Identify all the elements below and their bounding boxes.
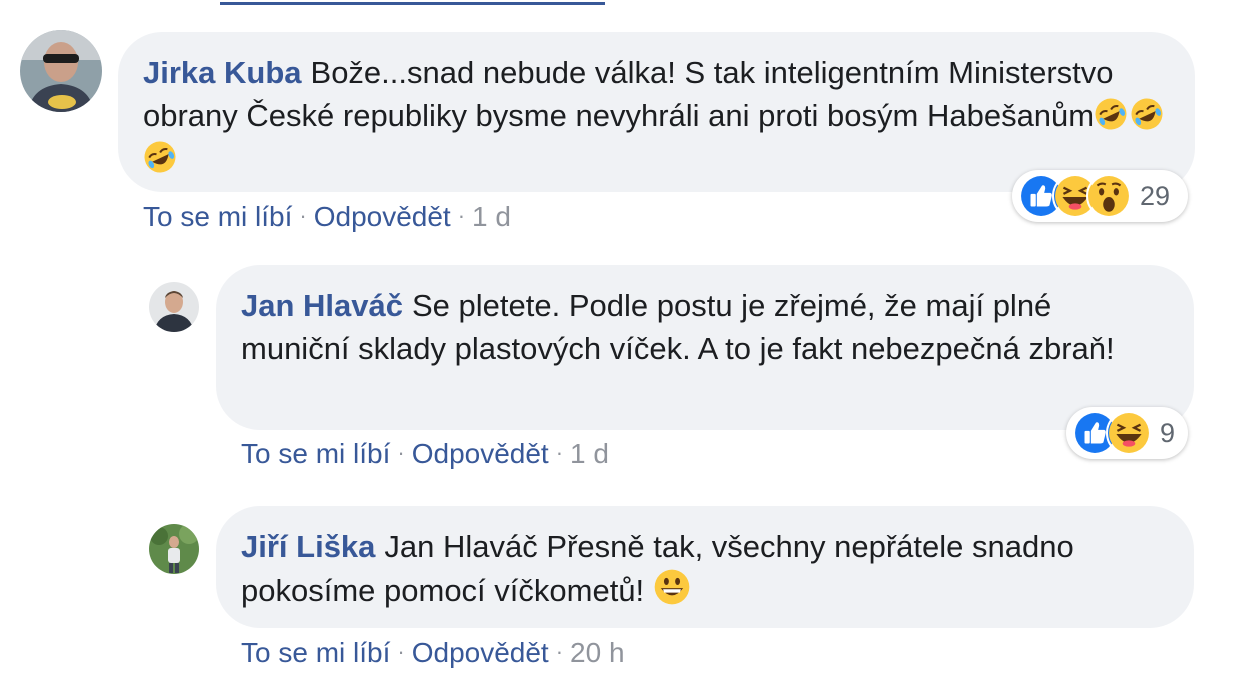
like-button[interactable]: To se mi líbí bbox=[241, 637, 390, 668]
grinning-face-icon bbox=[653, 568, 691, 606]
comment-author[interactable]: Jiří Liška bbox=[241, 529, 375, 564]
comment-bubble: Jan Hlaváč Se pletete. Podle postu je zře… bbox=[216, 265, 1194, 430]
reaction-count: 9 bbox=[1160, 417, 1176, 448]
comment-author[interactable]: Jirka Kuba bbox=[143, 55, 302, 90]
timestamp[interactable]: 1 d bbox=[570, 438, 609, 469]
like-button[interactable]: To se mi líbí bbox=[241, 438, 390, 469]
reaction-summary[interactable]: 29 bbox=[1012, 170, 1188, 222]
rolling-on-floor-laughing-icon bbox=[143, 140, 177, 174]
wow-reaction-icon bbox=[1086, 173, 1132, 219]
comment-actions: To se mi líbí · Odpovědět · 1 d bbox=[241, 438, 609, 470]
separator: · bbox=[299, 203, 307, 228]
comment-bubble: Jirka Kuba Bože...snad nebude válka! S ta… bbox=[118, 32, 1195, 192]
reply-button[interactable]: Odpovědět bbox=[314, 201, 451, 232]
timestamp[interactable]: 1 d bbox=[472, 201, 511, 232]
rolling-on-floor-laughing-icon bbox=[1094, 97, 1128, 131]
comment-actions: To se mi líbí · Odpovědět · 20 h bbox=[241, 637, 625, 669]
separator: · bbox=[555, 440, 564, 465]
avatar[interactable] bbox=[20, 30, 102, 112]
timestamp[interactable]: 20 h bbox=[570, 637, 625, 668]
previous-link-underline[interactable] bbox=[220, 0, 605, 5]
avatar[interactable] bbox=[149, 282, 199, 332]
avatar[interactable] bbox=[149, 524, 199, 574]
separator: · bbox=[457, 203, 466, 228]
comment-bubble: Jiří Liška Jan Hlaváč Přesně tak, všechny… bbox=[216, 506, 1194, 628]
comment-actions: To se mi líbí · Odpovědět · 1 d bbox=[143, 201, 511, 233]
reaction-summary[interactable]: 9 bbox=[1066, 407, 1188, 459]
comment-author[interactable]: Jan Hlaváč bbox=[241, 288, 403, 323]
haha-reaction-icon bbox=[1106, 410, 1152, 456]
reply-button[interactable]: Odpovědět bbox=[412, 438, 549, 469]
reaction-count: 29 bbox=[1140, 180, 1171, 211]
separator: · bbox=[397, 639, 405, 664]
separator: · bbox=[555, 639, 564, 664]
separator: · bbox=[397, 440, 405, 465]
like-button[interactable]: To se mi líbí bbox=[143, 201, 292, 232]
reply-button[interactable]: Odpovědět bbox=[412, 637, 549, 668]
rolling-on-floor-laughing-icon bbox=[1130, 97, 1164, 131]
